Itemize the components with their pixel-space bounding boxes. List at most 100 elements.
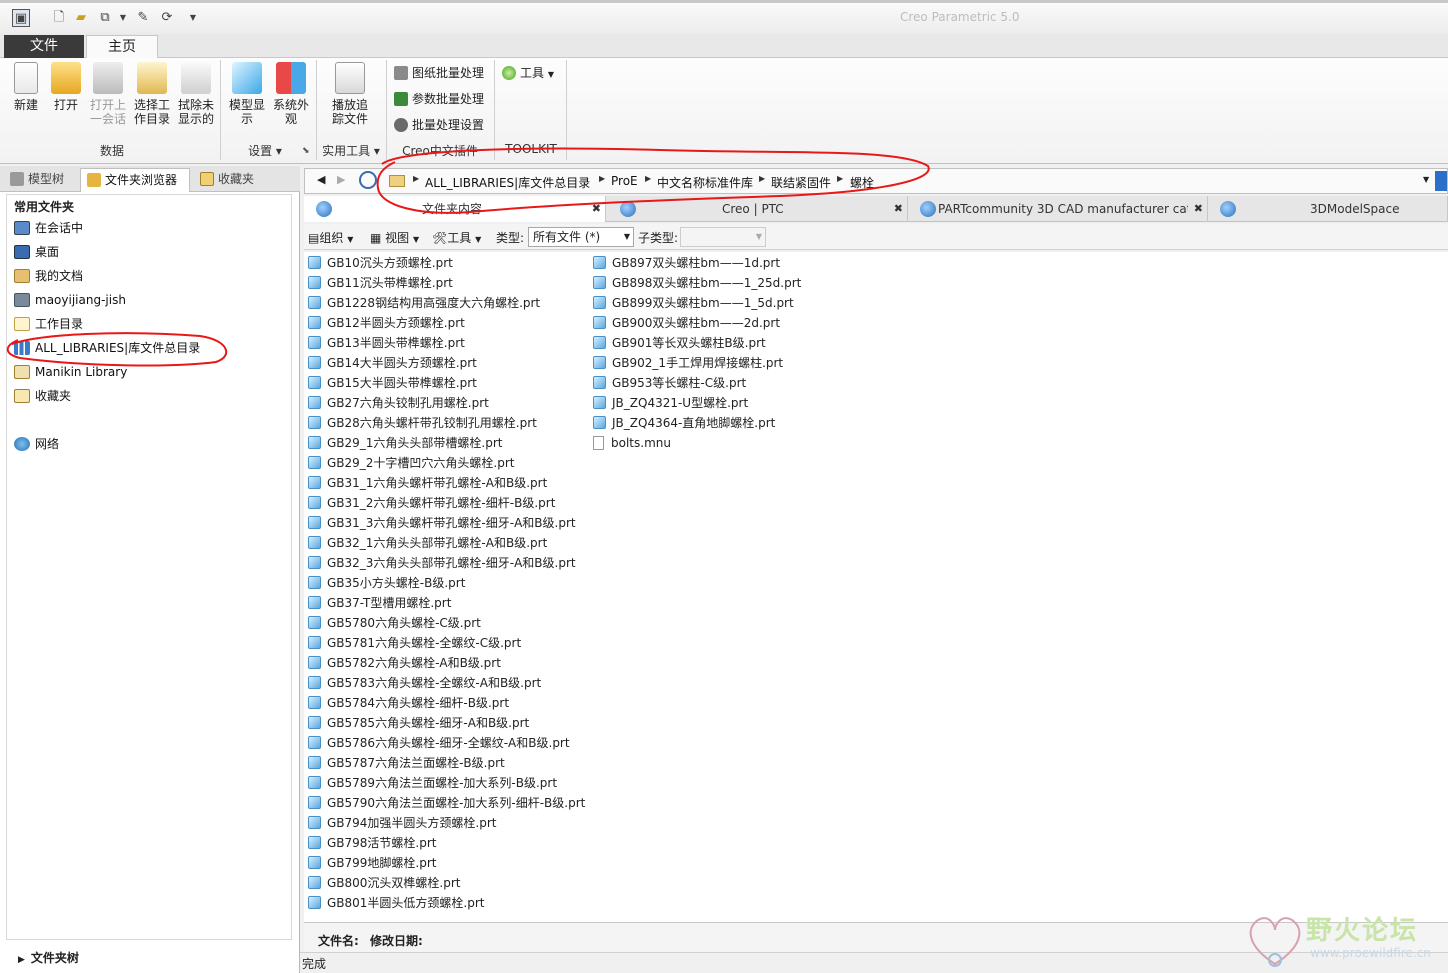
parameter-batch-button[interactable]: 参数批量处理	[394, 91, 484, 107]
organize-menu[interactable]: ▤组织 ▼	[308, 229, 353, 246]
select-working-directory-button[interactable]: 选择工 作目录	[132, 62, 172, 126]
breadcrumb-fasteners[interactable]: 联结紧固件	[771, 174, 831, 191]
file-item[interactable]: GB31_2六角头螺杆带孔螺栓-细杆-B级.prt	[308, 495, 555, 511]
file-item[interactable]: GB898双头螺柱bm——1_25d.prt	[593, 275, 801, 291]
model-display-button[interactable]: 模型显示	[226, 62, 268, 126]
folder-tree-toggle[interactable]: ▶ 文件夹树	[18, 949, 79, 966]
folder-working-directory[interactable]: 工作目录	[14, 316, 83, 332]
breadcrumb-proe[interactable]: ProE	[611, 174, 638, 188]
tab-model-tree[interactable]: 模型树	[4, 168, 78, 192]
customize-qat-icon[interactable]: ▼	[184, 9, 202, 27]
address-dropdown-icon[interactable]: ▼	[1423, 175, 1429, 184]
file-type-select[interactable]: 所有文件 (*) ▼	[528, 227, 634, 247]
file-item[interactable]: GB5787六角法兰面螺栓-B级.prt	[308, 755, 505, 771]
drawing-batch-button[interactable]: 图纸批量处理	[394, 65, 484, 81]
breadcrumb-all-libraries[interactable]: ALL_LIBRARIES|库文件总目录	[425, 174, 590, 191]
file-item[interactable]: GB799地脚螺栓.prt	[308, 855, 437, 871]
erase-icon[interactable]: ✎	[134, 9, 152, 27]
batch-settings-button[interactable]: 批量处理设置	[394, 117, 484, 133]
file-item[interactable]: GB5790六角法兰面螺栓-加大系列-细杆-B级.prt	[308, 795, 585, 811]
file-item[interactable]: GB10沉头方颈螺栓.prt	[308, 255, 453, 271]
dialog-launcher-icon[interactable]: ⬊	[302, 146, 310, 156]
file-item[interactable]: GB800沉头双榫螺栓.prt	[308, 875, 461, 891]
erase-not-displayed-button[interactable]: 拭除未 显示的	[176, 62, 216, 126]
file-item[interactable]: GB31_3六角头螺杆带孔螺栓-细牙-A和B级.prt	[308, 515, 576, 531]
file-item[interactable]: GB1228钢结构用高强度大六角螺栓.prt	[308, 295, 540, 311]
open-folder-icon[interactable]: ▰	[72, 9, 90, 27]
file-item[interactable]: GB32_3六角头头部带孔螺栓-细牙-A和B级.prt	[308, 555, 576, 571]
file-item[interactable]: GB37-T型槽用螺栓.prt	[308, 595, 451, 611]
history-icon[interactable]	[359, 171, 377, 189]
file-item[interactable]: GB5781六角头螺栓-全螺纹-C级.prt	[308, 635, 521, 651]
file-item[interactable]: GB29_1六角头头部带槽螺栓.prt	[308, 435, 503, 451]
close-icon[interactable]: ✖	[1194, 196, 1203, 222]
subtype-select[interactable]: ▼	[680, 227, 766, 247]
folder-in-session[interactable]: 在会话中	[14, 220, 83, 236]
breadcrumb-standard-library[interactable]: 中文名称标准件库	[657, 174, 753, 191]
file-item[interactable]: GB31_1六角头螺杆带孔螺栓-A和B级.prt	[308, 475, 547, 491]
breadcrumb-bolts[interactable]: 螺栓	[850, 174, 874, 191]
folder-all-libraries[interactable]: ALL_LIBRARIES|库文件总目录	[14, 340, 200, 356]
close-icon[interactable]: ✖	[894, 196, 903, 222]
utility-group-label[interactable]: 实用工具 ▾	[318, 142, 384, 159]
file-item[interactable]: GB5780六角头螺栓-C级.prt	[308, 615, 481, 631]
tab-file[interactable]: 文件	[4, 35, 84, 58]
tab-folder-contents[interactable]: 文件夹内容 ✖	[304, 196, 606, 222]
forward-icon[interactable]: ▶	[337, 173, 345, 186]
refresh-icon[interactable]	[1435, 171, 1447, 191]
folder-manikin-library[interactable]: Manikin Library	[14, 364, 127, 380]
file-item[interactable]: GB14大半圆头方颈螺栓.prt	[308, 355, 477, 371]
file-item[interactable]: JB_ZQ4321-U型螺栓.prt	[593, 395, 748, 411]
tab-home[interactable]: 主页	[86, 35, 158, 59]
file-item[interactable]: GB902_1手工焊用焊接螺柱.prt	[593, 355, 783, 371]
file-item[interactable]: GB5785六角头螺栓-细牙-A和B级.prt	[308, 715, 529, 731]
app-menu-icon[interactable]: ▣	[12, 9, 30, 27]
tab-partcommunity[interactable]: PARTcommunity 3D CAD manufacturer catalo…	[908, 196, 1208, 222]
regenerate-icon[interactable]: ⟳	[158, 9, 176, 27]
folder-favorites[interactable]: 收藏夹	[14, 388, 71, 404]
open-button[interactable]: 打开	[48, 62, 84, 112]
chevron-down-icon[interactable]: ▼	[114, 9, 132, 27]
file-item[interactable]: GB11沉头带榫螺栓.prt	[308, 275, 453, 291]
file-item[interactable]: bolts.mnu	[593, 435, 671, 451]
address-bar[interactable]: ◀ ▶ ▶ ALL_LIBRARIES|库文件总目录 ▶ ProE ▶ 中文名称…	[304, 168, 1448, 194]
file-item[interactable]: GB32_1六角头头部带孔螺栓-A和B级.prt	[308, 535, 547, 551]
tab-favorites[interactable]: 收藏夹	[194, 168, 266, 192]
file-item[interactable]: GB28六角头螺杆带孔铰制孔用螺栓.prt	[308, 415, 537, 431]
file-item[interactable]: GB5782六角头螺栓-A和B级.prt	[308, 655, 501, 671]
file-item[interactable]: GB901等长双头螺柱B级.prt	[593, 335, 766, 351]
system-appearance-button[interactable]: 系统外观	[270, 62, 312, 126]
file-item[interactable]: GB29_2十字槽凹穴六角头螺栓.prt	[308, 455, 515, 471]
file-item[interactable]: GB5786六角头螺栓-细牙-全螺纹-A和B级.prt	[308, 735, 570, 751]
tools-dropdown[interactable]: 工具 ▼	[502, 65, 554, 83]
folder-network[interactable]: 网络	[14, 436, 59, 452]
file-item[interactable]: GB15大半圆头带榫螺栓.prt	[308, 375, 477, 391]
close-icon[interactable]: ✖	[592, 196, 601, 222]
folder-my-documents[interactable]: 我的文档	[14, 268, 83, 284]
folder-computer[interactable]: maoyijiang-jish	[14, 292, 126, 308]
file-item[interactable]: GB900双头螺柱bm——2d.prt	[593, 315, 780, 331]
back-icon[interactable]: ◀	[317, 173, 325, 186]
file-item[interactable]: JB_ZQ4364-直角地脚螺栓.prt	[593, 415, 775, 431]
file-item[interactable]: GB5784六角头螺栓-细杆-B级.prt	[308, 695, 509, 711]
file-item[interactable]: GB35小方头螺栓-B级.prt	[308, 575, 465, 591]
file-item[interactable]: GB5783六角头螺栓-全螺纹-A和B级.prt	[308, 675, 541, 691]
file-item[interactable]: GB801半圆头低方颈螺栓.prt	[308, 895, 485, 911]
tab-folder-browser[interactable]: 文件夹浏览器	[80, 168, 190, 192]
view-menu[interactable]: ▦ 视图 ▼	[370, 229, 419, 246]
tab-3dmodelspace[interactable]: 3DModelSpace	[1208, 196, 1448, 222]
new-file-icon[interactable]: 🗋	[50, 9, 68, 27]
settings-group-label[interactable]: 设置 ▾	[240, 142, 290, 159]
tab-creo-ptc[interactable]: Creo | PTC ✖	[608, 196, 908, 222]
new-button[interactable]: 新建	[8, 62, 44, 112]
open-last-session-button[interactable]: 打开上 一会话	[88, 62, 128, 126]
file-item[interactable]: GB12半圆头方颈螺栓.prt	[308, 315, 465, 331]
tools-menu[interactable]: 🛠工具 ▼	[432, 229, 481, 246]
file-item[interactable]: GB899双头螺柱bm——1_5d.prt	[593, 295, 794, 311]
file-item[interactable]: GB13半圆头带榫螺栓.prt	[308, 335, 465, 351]
file-item[interactable]: GB794加强半圆头方颈螺栓.prt	[308, 815, 497, 831]
play-trail-file-button[interactable]: 播放追 踪文件	[328, 62, 372, 126]
folder-desktop[interactable]: 桌面	[14, 244, 59, 260]
file-item[interactable]: GB5789六角法兰面螺栓-加大系列-B级.prt	[308, 775, 557, 791]
file-item[interactable]: GB897双头螺柱bm——1d.prt	[593, 255, 780, 271]
